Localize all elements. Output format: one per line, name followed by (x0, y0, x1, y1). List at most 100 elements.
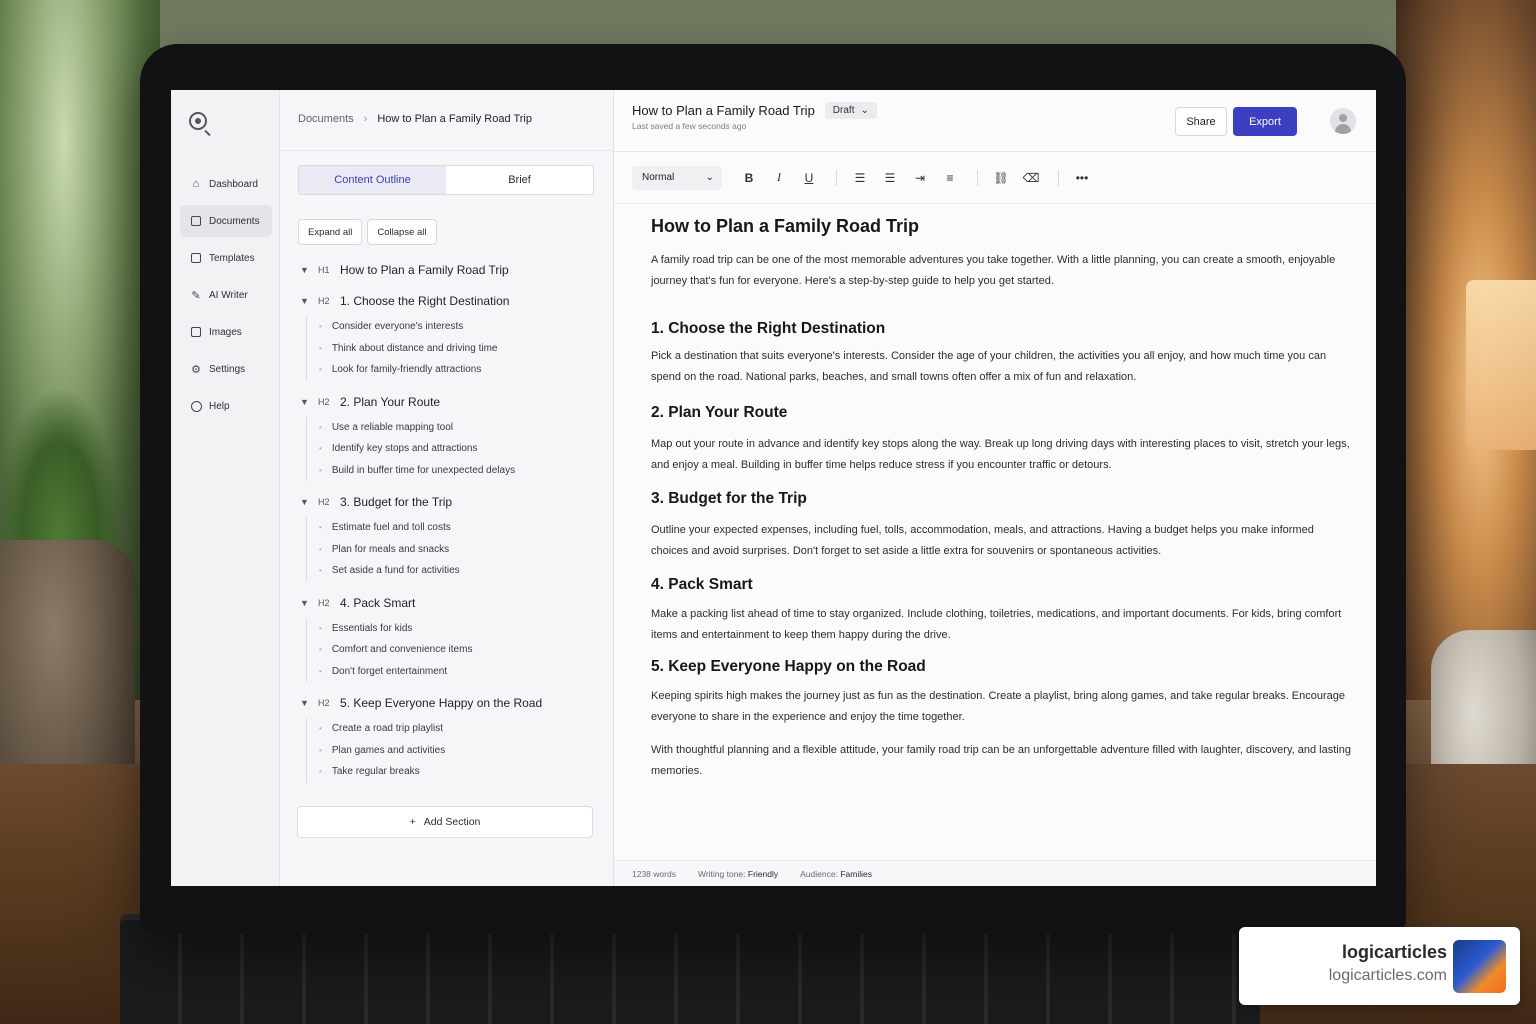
chevron-down-icon: ⌄ (860, 105, 869, 116)
status-badge: Draft (832, 105, 855, 116)
bold-icon[interactable]: B (738, 167, 760, 189)
paragraph-style-select[interactable]: Normal ⌄ (632, 165, 722, 190)
watermark-name: logicarticles (1341, 942, 1447, 962)
align-icon[interactable]: ≡ (939, 167, 961, 189)
home-icon: ⌂ (192, 178, 200, 190)
document-icon (190, 215, 202, 227)
outline-h1[interactable]: ▼ H1 How to Plan a Family Road Trip (300, 260, 600, 280)
paragraph-style-value: Normal (642, 172, 675, 183)
sidebar: ⌂ Dashboard Documents Templates ✎ AI Wri… (171, 90, 280, 886)
outline-h2[interactable]: ▼ H2 5. Keep Everyone Happy on the Road (300, 693, 600, 713)
format-toolbar: Normal ⌄ B I U ☰ ☰ ⇥ ≡ ⛓ ⌫ ••• (614, 152, 1376, 204)
chevron-down-icon[interactable]: ▼ (300, 397, 314, 407)
closing-paragraph: With thoughtful planning and a flexible … (651, 744, 1351, 777)
chevron-down-icon[interactable]: ▼ (300, 265, 314, 275)
outline-actions: Expand all Collapse all (298, 219, 437, 245)
sidebar-item-label: Templates (209, 252, 255, 264)
outline-h2[interactable]: ▼ H2 2. Plan Your Route (300, 392, 600, 412)
section-heading: 5. Keep Everyone Happy on the Road (651, 658, 926, 675)
share-button[interactable]: Share (1175, 107, 1227, 136)
sidebar-item-ai-writer[interactable]: ✎ AI Writer (180, 279, 272, 311)
section-heading: 4. Pack Smart (651, 576, 753, 593)
outline-item[interactable]: Think about distance and driving time (307, 338, 600, 360)
outline-item[interactable]: Don't forget entertainment (307, 661, 600, 683)
sidebar-item-dashboard[interactable]: ⌂ Dashboard (180, 168, 272, 200)
help-icon (190, 400, 202, 412)
outline-item[interactable]: Create a road trip playlist (307, 718, 600, 740)
link-icon[interactable]: ⛓ (990, 167, 1012, 189)
outline-item[interactable]: Identify key stops and attractions (307, 438, 600, 460)
outline-item[interactable]: Set aside a fund for activities (307, 560, 600, 582)
more-options-icon[interactable]: ••• (1071, 167, 1093, 189)
sidebar-item-images[interactable]: Images (180, 316, 272, 348)
document-title-bar: How to Plan a Family Road Trip Draft ⌄ (632, 102, 877, 119)
outline-h2[interactable]: ▼ H2 3. Budget for the Trip (300, 492, 600, 512)
heading-level-badge: H2 (318, 396, 330, 407)
writing-tone-label: Writing tone: (697, 868, 746, 879)
pen-icon: ✎ (191, 289, 201, 302)
writing-tone[interactable]: Writing tone: Friendly (698, 869, 778, 879)
lamp (1466, 280, 1536, 450)
outline-h2[interactable]: ▼ H2 4. Pack Smart (300, 593, 600, 613)
heading-level-badge: H2 (318, 497, 330, 507)
outline-item[interactable]: Use a reliable mapping tool (307, 417, 600, 439)
sidebar-item-help[interactable]: Help (180, 390, 272, 422)
chevron-down-icon[interactable]: ▼ (300, 296, 314, 306)
sidebar-item-label: Images (209, 326, 242, 338)
outline-item[interactable]: Take regular breaks (307, 761, 600, 783)
expand-all-button[interactable]: Expand all (298, 219, 363, 245)
outline-item[interactable]: Build in buffer time for unexpected dela… (307, 460, 600, 482)
tab-content-outline[interactable]: Content Outline (299, 166, 446, 194)
outline-h2[interactable]: ▼ H2 1. Choose the Right Destination (300, 291, 600, 311)
outline-item[interactable]: Estimate fuel and toll costs (307, 517, 600, 539)
heading-level-badge: H1 (318, 265, 330, 275)
breadcrumb-root[interactable]: Documents (298, 113, 354, 125)
plus-icon: + (409, 816, 416, 828)
heading-level-badge: H2 (318, 597, 330, 608)
indent-icon[interactable]: ⇥ (909, 167, 931, 189)
brand-logo-icon (1453, 940, 1506, 993)
heading-level-badge: H2 (318, 698, 330, 708)
outline-item[interactable]: Plan for meals and snacks (307, 539, 600, 561)
app-logo-icon[interactable] (189, 112, 207, 130)
audience-label: Audience: (800, 868, 838, 879)
collapse-all-button[interactable]: Collapse all (367, 219, 437, 245)
outline-h2-title: 1. Choose the Right Destination (340, 294, 510, 308)
section-paragraph: Pick a destination that suits everyone's… (651, 350, 1327, 383)
status-dropdown[interactable]: Draft ⌄ (824, 102, 877, 119)
chevron-down-icon[interactable]: ▼ (300, 698, 314, 708)
avatar[interactable] (1330, 108, 1356, 134)
outline-item[interactable]: Look for family-friendly attractions (307, 359, 600, 381)
add-section-label: Add Section (423, 816, 481, 828)
sidebar-item-label: Settings (209, 363, 246, 375)
sidebar-item-label: AI Writer (209, 289, 248, 301)
outline-item[interactable]: Comfort and convenience items (307, 639, 600, 661)
numbered-list-icon[interactable]: ☰ (879, 167, 901, 189)
bullet-list-icon[interactable]: ☰ (849, 167, 871, 189)
italic-icon[interactable]: I (768, 167, 790, 189)
outline-item[interactable]: Consider everyone's interests (307, 316, 600, 338)
add-section-button[interactable]: + Add Section (297, 806, 593, 838)
chevron-down-icon[interactable]: ▼ (300, 598, 314, 608)
underline-icon[interactable]: U (798, 167, 820, 189)
document-title[interactable]: How to Plan a Family Road Trip (632, 103, 815, 118)
sidebar-item-settings[interactable]: ⚙ Settings (180, 353, 272, 385)
chevron-down-icon[interactable]: ▼ (300, 497, 314, 507)
sidebar-item-documents[interactable]: Documents (180, 205, 272, 237)
audience[interactable]: Audience: Families (800, 869, 872, 879)
sidebar-item-label: Help (209, 400, 230, 412)
sidebar-item-templates[interactable]: Templates (180, 242, 272, 274)
chevron-down-icon: ⌄ (705, 172, 714, 183)
audience-value: Families (840, 868, 872, 879)
chevron-right-icon: › (363, 113, 368, 125)
outline-item[interactable]: Plan games and activities (307, 740, 600, 762)
toolbar-divider (977, 169, 978, 186)
clear-format-icon[interactable]: ⌫ (1020, 167, 1042, 189)
outline-children: Estimate fuel and toll costs Plan for me… (306, 517, 600, 582)
outline-item[interactable]: Essentials for kids (307, 618, 600, 640)
tab-brief[interactable]: Brief (446, 166, 593, 194)
document-body[interactable]: How to Plan a Family Road Trip A family … (651, 216, 1351, 782)
outline-h1-title: How to Plan a Family Road Trip (340, 263, 509, 277)
export-button[interactable]: Export (1233, 107, 1297, 136)
app-window: ⌂ Dashboard Documents Templates ✎ AI Wri… (171, 90, 1376, 886)
